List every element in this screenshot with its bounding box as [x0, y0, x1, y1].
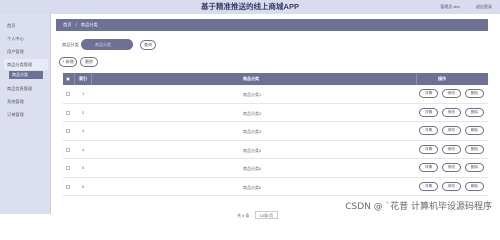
sidebar-item-orders[interactable]: 订单管理 [4, 109, 48, 120]
delete-button[interactable]: 删除 [465, 181, 484, 191]
search-bar: 商品分类 商品分类 查询 [62, 39, 262, 51]
select-all-checkbox[interactable] [66, 77, 70, 81]
delete-button[interactable]: 删除 [465, 126, 484, 135]
watermark: CSDN @ `花昔 计算机毕设源码程序 [345, 202, 492, 212]
main-content: 首页 / 商品分类 商品分类 商品分类 查询 + 新增 删除 索引 商品分类 操… [52, 14, 500, 219]
sidebar: 首页 个人中心 用户管理 商品分类管理 商品分类 商品信息管理 系统管理 订单管… [0, 14, 51, 214]
table-row: 3 商品分类3 详情 修改 删除 [63, 122, 488, 141]
edit-button[interactable]: 修改 [442, 89, 461, 98]
sidebar-item-home[interactable]: 首页 [4, 20, 48, 31]
logout-link[interactable]: 退出登录 [476, 4, 492, 10]
row-index: 2 [82, 109, 85, 115]
table-row: 2 商品分类2 详情 修改 删除 [63, 104, 488, 122]
column-header-index: 索引 [79, 76, 87, 81]
edit-button[interactable]: 修改 [442, 126, 461, 135]
search-input[interactable]: 商品分类 [81, 39, 133, 50]
column-divider [91, 73, 92, 85]
row-index: 5 [82, 165, 85, 170]
row-index: 4 [82, 146, 85, 152]
detail-button[interactable]: 详情 [419, 181, 438, 191]
pagination: 共 6 条 10条/页 [237, 211, 279, 219]
top-bar: 基于精准推送的线上商城APP 管理员 abo 退出登录 [0, 0, 500, 14]
sidebar-item-category-mgmt[interactable]: 商品分类管理 [4, 59, 48, 70]
search-label: 商品分类 [62, 42, 79, 47]
row-checkbox[interactable] [66, 184, 70, 189]
breadcrumb: 首页 / 商品分类 [56, 19, 488, 31]
table-row: 5 商品分类5 详情 修改 删除 [63, 159, 488, 178]
column-divider [416, 73, 417, 85]
breadcrumb-separator: / [75, 22, 77, 27]
edit-button[interactable]: 修改 [442, 107, 461, 117]
edit-button[interactable]: 修改 [442, 163, 461, 172]
delete-button[interactable]: 删除 [465, 163, 484, 172]
row-checkbox[interactable] [66, 147, 70, 152]
row-category-name: 商品分类6 [243, 184, 262, 190]
detail-button[interactable]: 详情 [419, 126, 438, 135]
current-user: 管理员 abo [440, 4, 460, 9]
column-divider [74, 73, 75, 85]
breadcrumb-current: 商品分类 [80, 22, 98, 27]
sidebar-subitem-category[interactable]: 商品分类 [9, 71, 43, 79]
bulk-delete-button[interactable]: 删除 [80, 57, 98, 67]
table-row: 1 商品分类1 详情 修改 删除 [63, 85, 488, 104]
detail-button[interactable]: 详情 [419, 144, 438, 154]
column-header-name: 商品分类 [243, 76, 259, 81]
detail-button[interactable]: 详情 [419, 163, 438, 172]
search-placeholder: 商品分类 [95, 42, 111, 47]
row-index: 6 [82, 183, 85, 189]
detail-button[interactable]: 详情 [419, 89, 438, 98]
row-category-name: 商品分类3 [243, 129, 262, 134]
row-checkbox[interactable] [66, 129, 70, 133]
detail-button[interactable]: 详情 [419, 107, 438, 117]
sidebar-item-users[interactable]: 用户管理 [4, 46, 48, 57]
sidebar-item-profile[interactable]: 个人中心 [4, 33, 48, 44]
column-header-actions: 操作 [438, 76, 446, 81]
row-category-name: 商品分类4 [243, 147, 262, 153]
edit-button[interactable]: 修改 [442, 181, 461, 191]
search-button[interactable]: 查询 [140, 40, 156, 50]
table-row: 6 商品分类6 详情 修改 删除 [63, 178, 488, 196]
row-checkbox[interactable] [66, 92, 70, 96]
breadcrumb-home[interactable]: 首页 [63, 22, 71, 27]
category-table: 索引 商品分类 操作 1 商品分类1 详情 修改 删除 2 商品分类2 详情 修… [63, 73, 488, 196]
delete-button[interactable]: 删除 [465, 144, 484, 154]
table-header: 索引 商品分类 操作 [63, 73, 488, 85]
delete-button[interactable]: 删除 [465, 107, 484, 117]
action-bar: + 新增 删除 [59, 57, 159, 68]
sidebar-item-system[interactable]: 系统管理 [4, 96, 48, 107]
row-checkbox[interactable] [66, 110, 70, 115]
table-row: 4 商品分类4 详情 修改 删除 [63, 141, 488, 159]
page-size-select[interactable]: 10条/页 [254, 211, 279, 219]
row-index: 1 [82, 91, 85, 96]
row-index: 3 [82, 128, 85, 133]
pagination-total: 共 6 条 [237, 213, 250, 218]
app-title: 基于精准推送的线上商城APP [201, 2, 299, 11]
row-category-name: 商品分类5 [243, 166, 262, 171]
delete-button[interactable]: 删除 [465, 89, 484, 98]
sidebar-item-product-mgmt[interactable]: 商品信息管理 [4, 83, 48, 94]
row-checkbox[interactable] [66, 166, 70, 170]
row-category-name: 商品分类2 [243, 110, 262, 116]
row-category-name: 商品分类1 [243, 92, 262, 97]
edit-button[interactable]: 修改 [442, 144, 461, 154]
add-button[interactable]: + 新增 [59, 57, 77, 67]
